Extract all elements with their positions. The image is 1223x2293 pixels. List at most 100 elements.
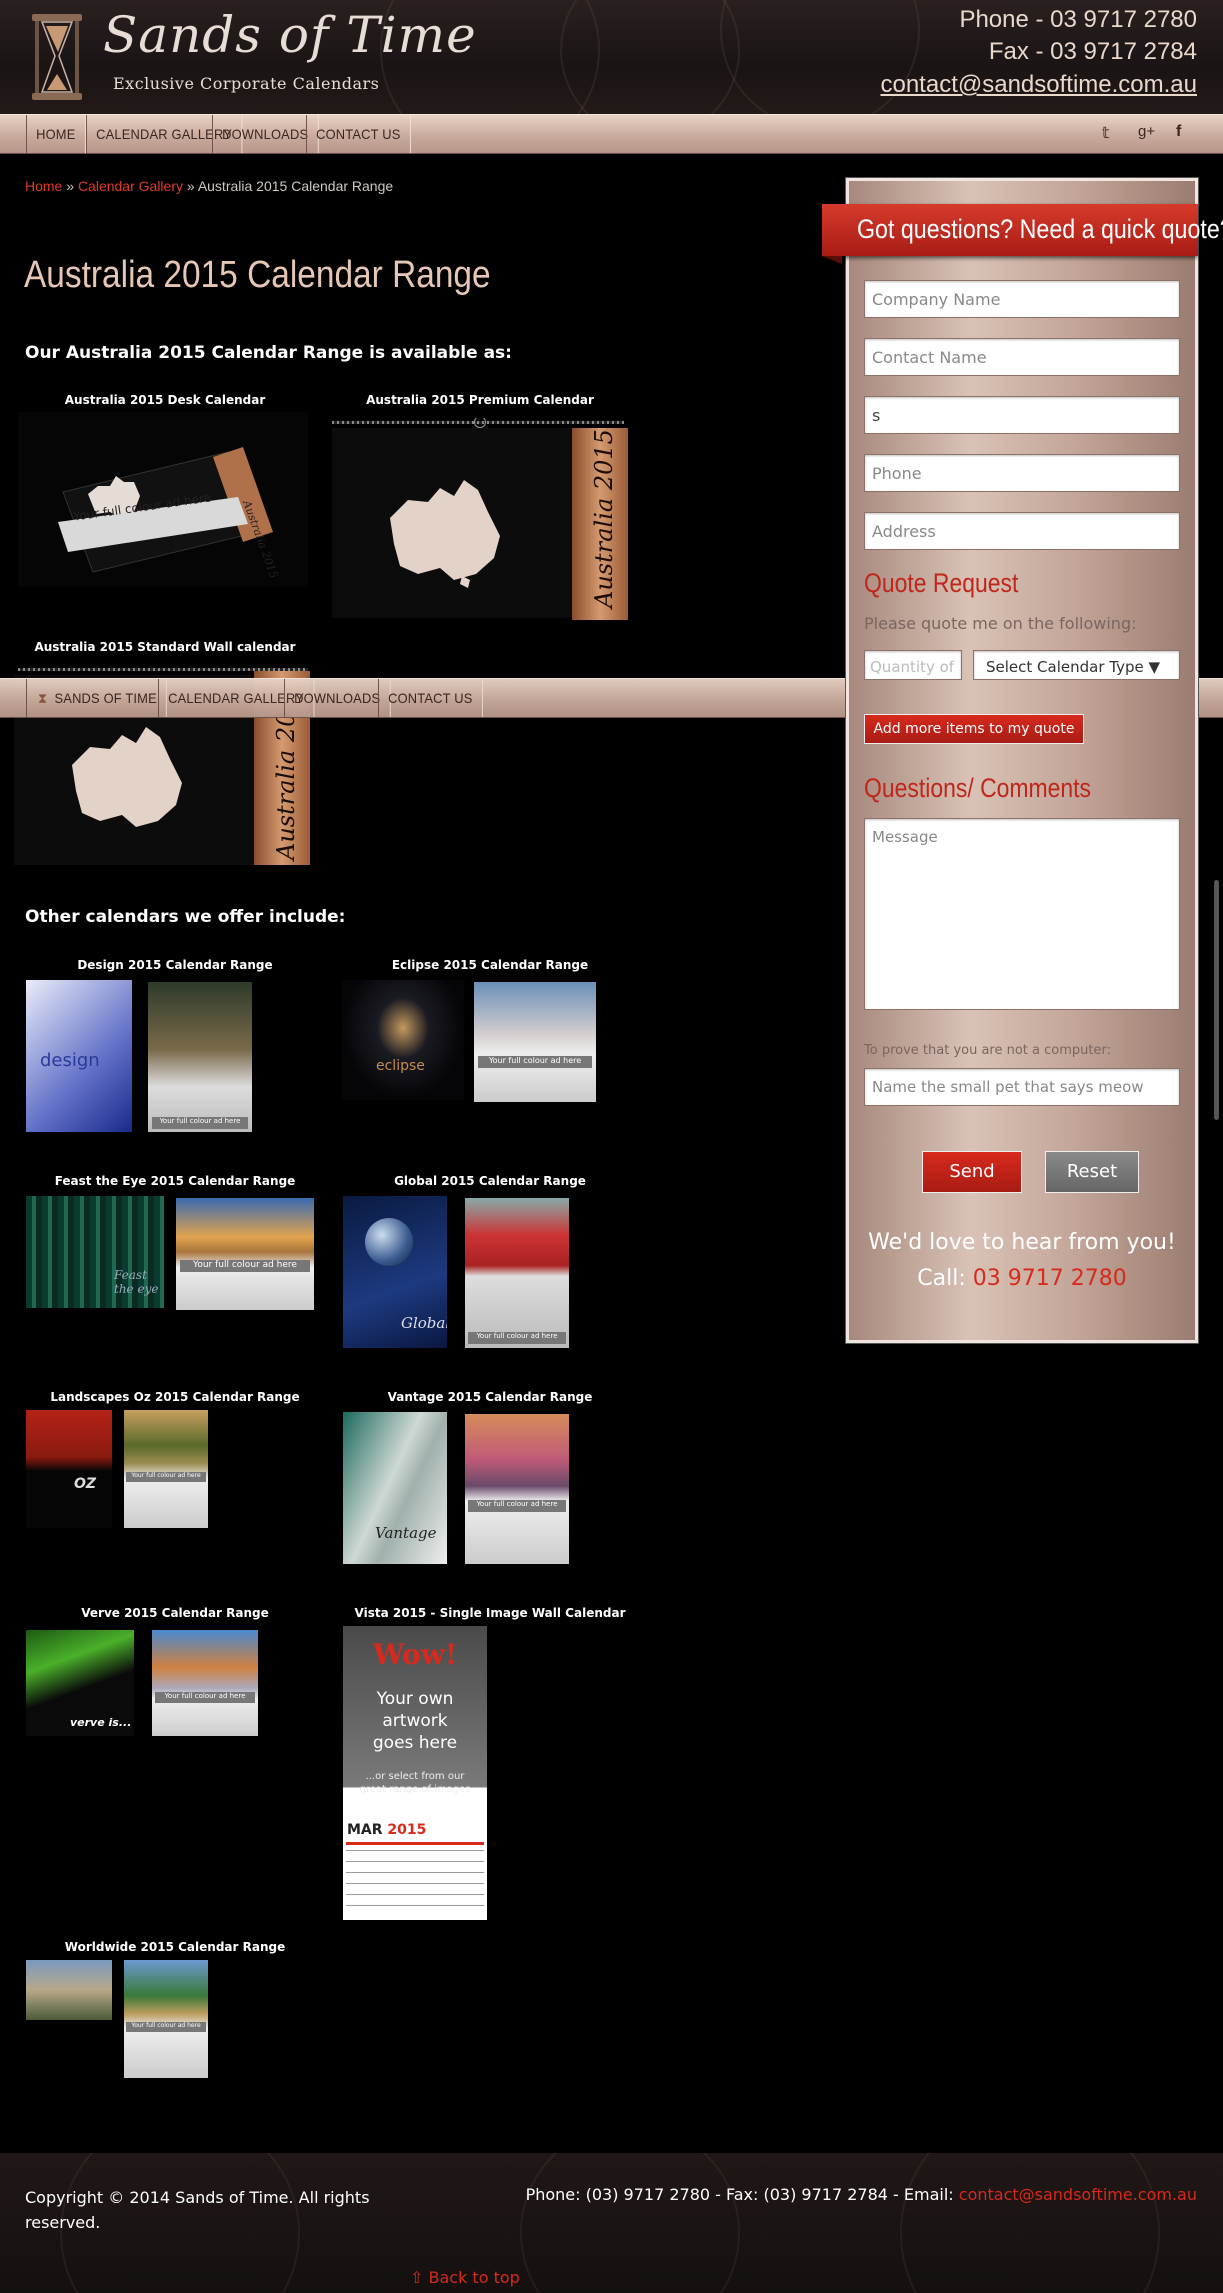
global-label: Global (401, 1314, 447, 1332)
range-caption-design: Design 2015 Calendar Range (77, 958, 273, 972)
range-caption-vantage: Vantage 2015 Calendar Range (387, 1390, 593, 1404)
ad-strip: Your full colour ad here (152, 1117, 248, 1129)
nav-downloads[interactable]: DOWNLOADS (212, 115, 319, 153)
nav-downloads[interactable]: DOWNLOADS (284, 679, 391, 717)
page-title: Australia 2015 Calendar Range (24, 254, 491, 296)
hourglass-logo-icon[interactable] (28, 12, 86, 102)
back-to-top-link[interactable]: ⇧ Back to top (410, 2268, 520, 2287)
vantage-calendar-image[interactable]: Vantage (343, 1412, 447, 1564)
logo-title[interactable]: Sands of Time (103, 6, 477, 64)
design-calendar-image[interactable]: design (26, 980, 132, 1132)
feast-calendar-image[interactable]: Feast the eye (26, 1196, 164, 1308)
range-caption-worldwide: Worldwide 2015 Calendar Range (64, 1940, 286, 1954)
header-fax: Fax - 03 9717 2784 (988, 38, 1197, 65)
range-caption-eclipse: Eclipse 2015 Calendar Range (391, 958, 589, 972)
quote-banner-text: Got questions? Need a quick quote? (857, 214, 1223, 244)
feast-label: Feast the eye (114, 1268, 159, 1296)
footer-swirl (900, 2153, 1160, 2293)
vista-small-text: ...or select from our great range of imag… (359, 1771, 471, 1795)
quantity-input[interactable]: Quantity of (864, 650, 962, 680)
desk-calendar-image[interactable]: Australia 2015 Your full colour ad here (18, 412, 308, 587)
questions-comments-heading: Questions/ Comments (864, 773, 1092, 803)
global-calendar-image[interactable]: Global (343, 1196, 447, 1348)
ad-strip: Your full colour ad here (126, 2022, 206, 2032)
ad-strip: Your full colour ad here (468, 1500, 566, 1512)
call-line: Call: 03 9717 2780 (846, 1266, 1198, 1291)
header-email-link[interactable]: contact@sandsoftime.com.au (880, 71, 1197, 99)
vista-calendar-image[interactable]: Wow! Your own artwork goes here ...or sele… (343, 1626, 487, 1920)
landscapes-calendar-image[interactable]: OZ (26, 1410, 112, 1528)
vantage-calendar-image-2[interactable]: Your full colour ad here (465, 1414, 569, 1564)
australia-map-graphic (72, 727, 182, 827)
banner-fold (822, 256, 842, 264)
product-caption-premium: Australia 2015 Premium Calendar (366, 393, 594, 407)
site-header: Sands of Time Exclusive Corporate Calend… (0, 0, 1223, 114)
footer-contact: Phone: (03) 9717 2780 - Fax: (03) 9717 2… (526, 2185, 1197, 2204)
vista-month: MAR 2015 (347, 1822, 427, 1838)
eclipse-label: eclipse (376, 1058, 425, 1074)
scrollbar-thumb[interactable] (1214, 880, 1219, 1120)
phone-input[interactable]: Phone (864, 454, 1180, 492)
design-calendar-image-2[interactable]: Your full colour ad here (148, 982, 252, 1132)
globe-icon (365, 1218, 413, 1266)
add-more-items-button[interactable]: Add more items to my quote (864, 714, 1084, 744)
worldwide-calendar-image-2[interactable]: Your full colour ad here (124, 1960, 208, 2078)
landscapes-calendar-image-2[interactable]: Your full colour ad here (124, 1410, 208, 1528)
ad-strip: Your full colour ad here (478, 1056, 592, 1068)
call-label: Call: (917, 1266, 966, 1291)
eclipse-calendar-image[interactable]: eclipse (342, 980, 464, 1100)
company-name-input[interactable]: Company Name (864, 280, 1180, 318)
hourglass-icon: ⧗ (37, 690, 48, 706)
contact-name-input[interactable]: Contact Name (864, 338, 1180, 376)
breadcrumb: Home » Calendar Gallery » Australia 2015… (25, 178, 393, 194)
main-nav: HOME CALENDAR GALLERY DOWNLOADS CONTACT … (0, 114, 1223, 154)
breadcrumb-separator: » (66, 178, 75, 194)
breadcrumb-home[interactable]: Home (25, 178, 62, 194)
header-phone: Phone - 03 9717 2780 (959, 6, 1197, 33)
eclipse-calendar-image-2[interactable]: Your full colour ad here (474, 982, 596, 1102)
verve-calendar-image[interactable]: verve is... (26, 1630, 134, 1736)
calendar-type-select[interactable]: Select Calendar Type ▼ (973, 650, 1180, 680)
design-label: design (40, 1050, 100, 1071)
australia-map-graphic (390, 480, 500, 588)
email-input[interactable]: s (864, 396, 1180, 434)
google-plus-icon[interactable]: g+ (1138, 123, 1155, 140)
calendar-hanger-icon (474, 418, 486, 428)
quote-request-heading: Quote Request (864, 568, 1019, 598)
global-calendar-image-2[interactable]: Your full colour ad here (465, 1198, 569, 1348)
product-caption-desk: Australia 2015 Desk Calendar (64, 393, 266, 407)
captcha-label: To prove that you are not a computer: (864, 1043, 1111, 1058)
nav-contact-us[interactable]: CONTACT US (306, 115, 411, 153)
site-footer: Copyright © 2014 Sands of Time. All righ… (0, 2153, 1223, 2293)
facebook-icon[interactable]: f (1176, 123, 1181, 141)
reset-button[interactable]: Reset (1045, 1151, 1139, 1193)
range-caption-verve: Verve 2015 Calendar Range (81, 1606, 269, 1620)
nav-contact-us[interactable]: CONTACT US (378, 679, 483, 717)
other-calendars-title: Other calendars we offer include: (25, 907, 346, 927)
feast-calendar-image-2[interactable]: Your full colour ad here (176, 1198, 314, 1310)
twitter-icon[interactable]: 𝕥 (1102, 123, 1109, 143)
footer-email-link[interactable]: contact@sandsoftime.com.au (959, 2185, 1197, 2204)
breadcrumb-calendar-gallery[interactable]: Calendar Gallery (78, 178, 183, 194)
captcha-input[interactable]: Name the small pet that says meow (864, 1068, 1180, 1106)
love-to-hear-text: We'd love to hear from you! (868, 1230, 1176, 1255)
message-textarea[interactable]: Message (864, 818, 1180, 1010)
nav-sands-of-time-label: SANDS OF TIME (54, 690, 157, 706)
send-button[interactable]: Send (922, 1151, 1022, 1193)
range-caption-feast: Feast the Eye 2015 Calendar Range (54, 1174, 296, 1188)
nav-home[interactable]: HOME (26, 115, 86, 153)
ad-strip: Your full colour ad here (180, 1260, 310, 1272)
header-swirl (560, 0, 740, 114)
address-input[interactable]: Address (864, 512, 1180, 550)
verve-label: verve is... (70, 1716, 132, 1729)
vista-artwork-text: Your own artwork goes here (372, 1689, 458, 1753)
worldwide-calendar-image[interactable] (26, 1960, 112, 2020)
quote-banner: Got questions? Need a quick quote? (822, 204, 1223, 256)
call-number[interactable]: 03 9717 2780 (973, 1266, 1127, 1291)
nav-sands-of-time[interactable]: ⧗ SANDS OF TIME (26, 679, 167, 717)
ad-strip: Your full colour ad here (155, 1692, 255, 1703)
verve-calendar-image-2[interactable]: Your full colour ad here (152, 1630, 258, 1736)
ad-strip: Your full colour ad here (468, 1332, 566, 1344)
premium-calendar-image[interactable]: Australia 2015 (330, 418, 628, 620)
range-caption-global: Global 2015 Calendar Range (394, 1174, 586, 1188)
